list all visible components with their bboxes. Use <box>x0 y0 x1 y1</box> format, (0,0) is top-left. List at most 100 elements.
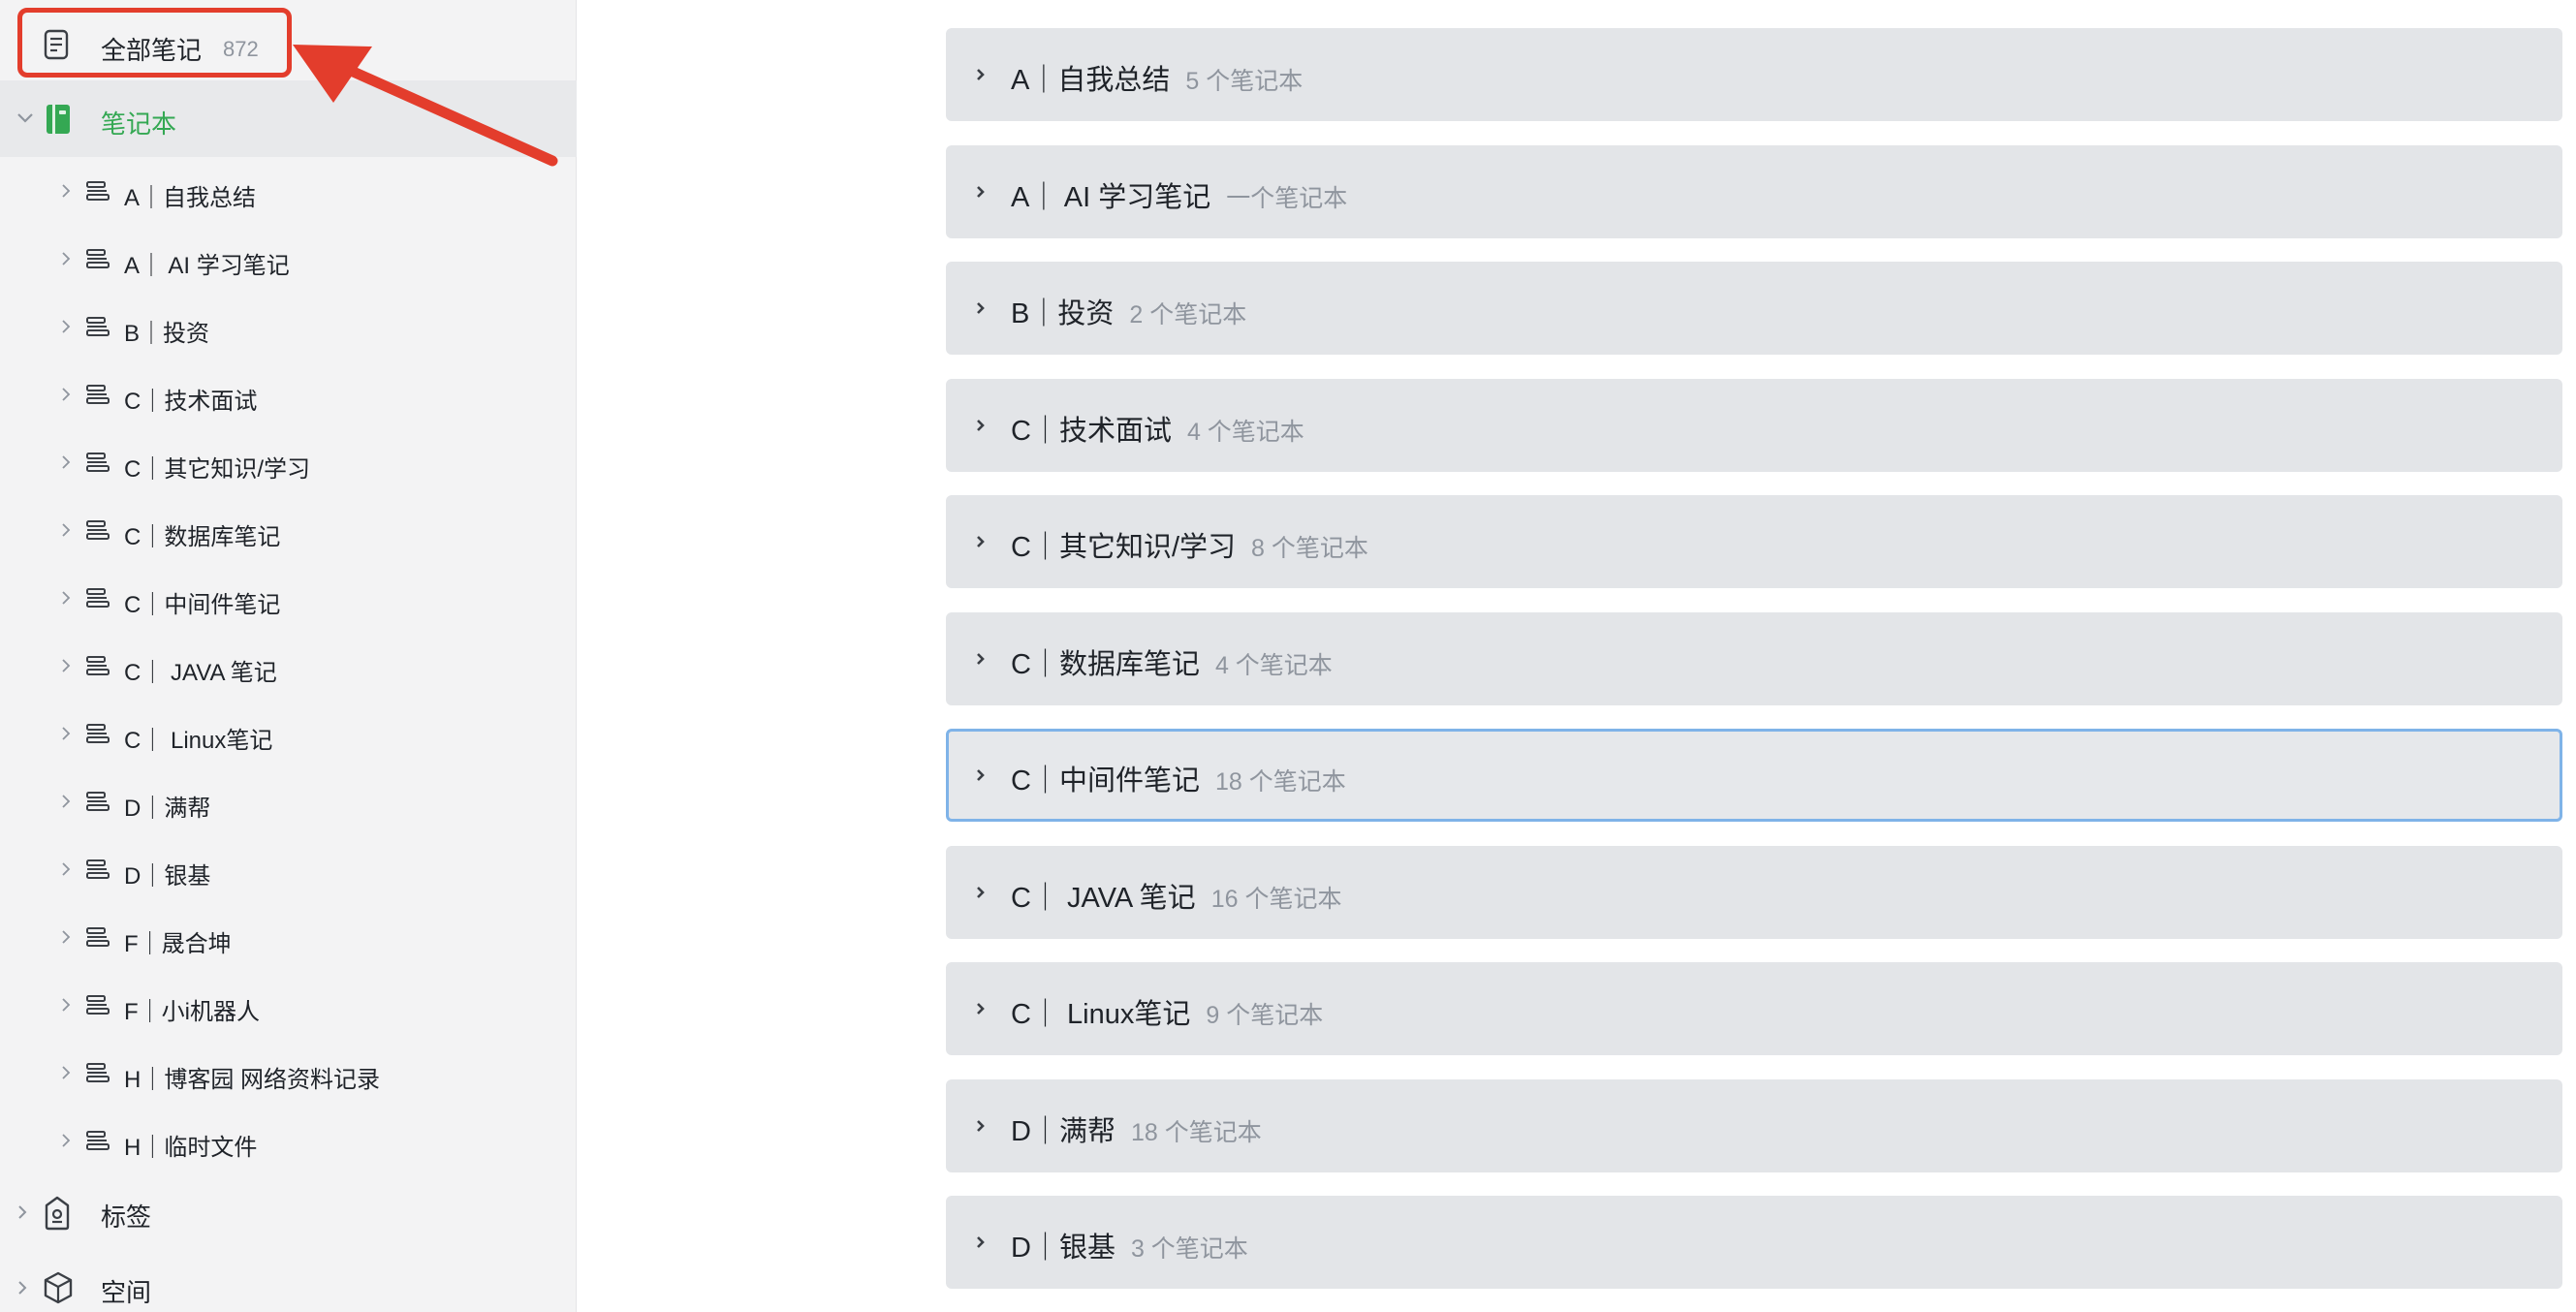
sidebar-notebook-label: A｜ AI 学习笔记 <box>124 253 290 279</box>
sidebar-notebook-label: D｜满帮 <box>124 796 211 822</box>
notebook-card-count: 8 个笔记本 <box>1251 535 1368 562</box>
chevron-right-icon[interactable] <box>975 1001 987 1021</box>
sidebar-notebook-label: C｜其它知识/学习 <box>124 456 310 483</box>
chevron-right-icon[interactable] <box>60 794 72 814</box>
chevron-right-icon[interactable] <box>60 319 72 339</box>
chevron-right-icon[interactable] <box>60 387 72 407</box>
chevron-right-icon[interactable] <box>975 1234 987 1255</box>
notebook-card[interactable]: C｜技术面试 4 个笔记本 <box>946 378 2562 472</box>
chevron-right-icon[interactable] <box>60 658 72 678</box>
notebook-card-count: 18 个笔记本 <box>1130 1118 1262 1146</box>
sidebar: 全部笔记 872 笔记本 A｜自我总结 A｜ AI 学习笔记 B｜投资 C｜技术面试 C… <box>0 0 577 1312</box>
chevron-right-icon[interactable] <box>16 1203 29 1226</box>
notebooks-label: 笔记本 <box>101 109 177 139</box>
notebook-card-title: A｜ AI 学习笔记 一个笔记本 <box>1011 174 1347 215</box>
notebook-card[interactable]: C｜数据库笔记 4 个笔记本 <box>946 611 2562 705</box>
chevron-right-icon[interactable] <box>975 1118 987 1139</box>
notebook-card-count: 4 个笔记本 <box>1214 651 1333 679</box>
sidebar-notebook-item[interactable]: C｜技术面试 <box>0 360 577 428</box>
notebook-card[interactable]: C｜其它知识/学习 8 个笔记本 <box>946 495 2562 588</box>
chevron-right-icon[interactable] <box>975 651 987 672</box>
sidebar-item-tags[interactable]: 标签 <box>0 1176 577 1246</box>
sidebar-notebook-item[interactable]: H｜临时文件 <box>0 1107 577 1174</box>
chevron-right-icon[interactable] <box>975 418 987 438</box>
notebook-card-name: C｜ JAVA 笔记 <box>1011 882 1196 914</box>
chevron-right-icon[interactable] <box>60 1133 72 1153</box>
sidebar-notebook-item[interactable]: C｜数据库笔记 <box>0 496 577 564</box>
notebook-card-name: C｜ Linux笔记 <box>1011 999 1191 1030</box>
chevron-right-icon[interactable] <box>975 885 987 905</box>
chevron-right-icon[interactable] <box>60 726 72 746</box>
notebook-card-title: C｜ Linux笔记 9 个笔记本 <box>1011 991 1323 1032</box>
notebook-card-title: C｜其它知识/学习 8 个笔记本 <box>1011 524 1368 565</box>
notebook-card-count: 18 个笔记本 <box>1214 768 1346 796</box>
sidebar-notebook-item[interactable]: D｜银基 <box>0 835 577 903</box>
notebook-stack-icon <box>85 791 110 817</box>
sidebar-notebook-item[interactable]: D｜满帮 <box>0 767 577 835</box>
notebook-card[interactable]: C｜中间件笔记 18 个笔记本 <box>946 729 2562 822</box>
notebook-stack-icon <box>85 926 110 953</box>
notebook-card-count: 3 个笔记本 <box>1130 1235 1248 1263</box>
sidebar-notebook-label: C｜ Linux笔记 <box>124 728 273 754</box>
notebook-card[interactable]: C｜ JAVA 笔记 16 个笔记本 <box>946 845 2562 939</box>
spaces-label: 空间 <box>101 1278 152 1307</box>
notebook-card-name: C｜技术面试 <box>1011 415 1172 447</box>
sidebar-notebook-label: F｜小i机器人 <box>124 999 260 1025</box>
chevron-right-icon[interactable] <box>60 454 72 475</box>
notebook-card[interactable]: B｜投资 2 个笔记本 <box>946 262 2562 355</box>
chevron-right-icon[interactable] <box>60 997 72 1017</box>
chevron-right-icon[interactable] <box>60 590 72 610</box>
notebook-stack-icon <box>85 994 110 1020</box>
notebook-card-title: D｜满帮 18 个笔记本 <box>1011 1109 1262 1149</box>
notebook-card[interactable]: A｜ AI 学习笔记 一个笔记本 <box>946 144 2562 238</box>
notebook-card[interactable]: A｜自我总结 5 个笔记本 <box>946 28 2562 121</box>
notebook-card-name: D｜满帮 <box>1011 1115 1115 1147</box>
sidebar-notebook-label: C｜ JAVA 笔记 <box>124 660 277 686</box>
sidebar-notebook-item[interactable]: C｜中间件笔记 <box>0 564 577 632</box>
sidebar-notebook-item[interactable]: H｜博客园 网络资料记录 <box>0 1039 577 1107</box>
notebook-stack-icon <box>85 859 110 885</box>
chevron-right-icon[interactable] <box>60 1065 72 1085</box>
chevron-right-icon[interactable] <box>60 183 72 203</box>
sidebar-notebook-item[interactable]: C｜ JAVA 笔记 <box>0 632 577 700</box>
notebook-card[interactable]: D｜满帮 18 个笔记本 <box>946 1078 2562 1172</box>
annotation-highlight-box <box>17 8 292 78</box>
notebook-card-name: A｜自我总结 <box>1011 65 1171 96</box>
sidebar-notebook-label: H｜临时文件 <box>124 1135 258 1161</box>
notebook-stack-icon <box>85 723 110 749</box>
notebook-card-title: C｜技术面试 4 个笔记本 <box>1011 408 1304 449</box>
sidebar-item-spaces[interactable]: 空间 <box>0 1252 577 1312</box>
chevron-right-icon[interactable] <box>60 522 72 543</box>
chevron-right-icon[interactable] <box>975 184 987 204</box>
notebook-card[interactable]: D｜银基 3 个笔记本 <box>946 1196 2562 1289</box>
sidebar-notebook-item[interactable]: F｜小i机器人 <box>0 971 577 1039</box>
sidebar-notebook-item[interactable]: F｜晟合坤 <box>0 903 577 971</box>
sidebar-notebook-item[interactable]: A｜ AI 学习笔记 <box>0 225 577 293</box>
sidebar-section-notebooks[interactable]: 笔记本 <box>0 80 577 157</box>
notebook-card[interactable]: C｜ Linux笔记 9 个笔记本 <box>946 962 2562 1055</box>
sidebar-notebook-item[interactable]: C｜其它知识/学习 <box>0 428 577 496</box>
chevron-right-icon[interactable] <box>975 67 987 87</box>
chevron-right-icon[interactable] <box>975 767 987 788</box>
sidebar-notebook-item[interactable]: A｜自我总结 <box>0 157 577 225</box>
chevron-right-icon[interactable] <box>16 1279 29 1301</box>
sidebar-notebook-item[interactable]: B｜投资 <box>0 293 577 360</box>
chevron-right-icon[interactable] <box>60 251 72 271</box>
chevron-right-icon[interactable] <box>60 929 72 950</box>
chevron-down-icon[interactable] <box>16 111 35 130</box>
sidebar-notebook-label: C｜技术面试 <box>124 389 258 415</box>
sidebar-notebook-label: A｜自我总结 <box>124 185 257 211</box>
chevron-right-icon[interactable] <box>975 534 987 554</box>
chevron-right-icon[interactable] <box>975 300 987 321</box>
notebook-card-name: B｜投资 <box>1011 298 1115 329</box>
notebook-card-count: 5 个笔记本 <box>1185 68 1304 95</box>
notebook-card-title: C｜ JAVA 笔记 16 个笔记本 <box>1011 875 1341 916</box>
notebook-card-name: A｜ AI 学习笔记 <box>1011 181 1211 213</box>
notebook-stack-icon <box>85 452 110 478</box>
cube-icon <box>43 1271 74 1309</box>
notebook-stack-icon <box>85 248 110 274</box>
chevron-right-icon[interactable] <box>60 861 72 882</box>
notebook-card-count: 4 个笔记本 <box>1186 418 1304 446</box>
sidebar-notebook-label: H｜博客园 网络资料记录 <box>124 1067 380 1093</box>
sidebar-notebook-item[interactable]: C｜ Linux笔记 <box>0 700 577 767</box>
